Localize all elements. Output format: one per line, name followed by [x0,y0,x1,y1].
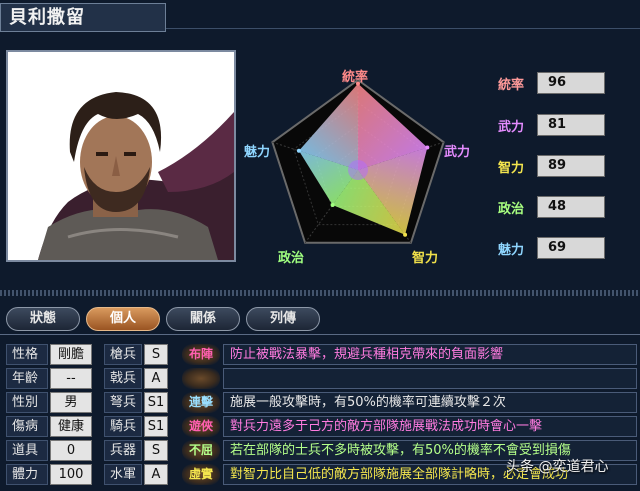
profile-value: 0 [50,440,92,461]
skill-description [223,368,637,389]
radar-value-point [403,232,408,237]
aptitude-label: 槍兵 [104,344,142,365]
officer-name-title: 貝利撒留 [0,3,166,32]
aptitude-value: S [144,440,168,461]
tab-relations[interactable]: 關係 [166,307,240,331]
stat-label: 武力 [498,120,525,135]
watermark-text: 头条 @奕道君心 [506,459,609,475]
stat-value: 69 [537,237,605,259]
aptitude-label: 兵器 [104,440,142,461]
aptitude-label: 弩兵 [104,392,142,413]
tab-biography[interactable]: 列傳 [246,307,320,331]
officer-portrait [6,50,236,262]
title-divider [166,28,640,29]
stat-row-tongshuai: 統率 96 [490,72,638,94]
radar-label-meili: 魅力 [244,145,271,160]
radar-value-point [296,148,301,153]
profile-label: 道具 [6,440,48,461]
stat-label: 政治 [498,202,525,217]
stat-row-zhengzhi: 政治 48 [490,196,638,218]
radar-label-zhili: 智力 [412,251,439,266]
radar-label-wuli: 武力 [444,145,471,160]
skill-description: 施展一般攻擊時，有50%的機率可連續攻擊２次 [223,392,637,413]
aptitude-value: A [144,464,168,485]
skill-name[interactable]: 布陣 [182,344,220,365]
profile-value: -- [50,368,92,389]
skill-name[interactable]: 虛實 [182,464,220,485]
aptitude-label: 戟兵 [104,368,142,389]
stat-value: 48 [537,196,605,218]
ability-stats-panel: 統率 96 武力 81 智力 89 政治 48 魅力 69 [490,58,638,270]
profile-label: 年齡 [6,368,48,389]
stat-value: 81 [537,114,605,136]
aptitude-label: 水軍 [104,464,142,485]
ability-radar-chart: 統率 武力 智力 政治 魅力 [238,50,478,266]
aptitude-value: S1 [144,392,168,413]
radar-value-point [330,202,335,207]
skill-name[interactable]: 不屈 [182,440,220,461]
radar-label-tongshuai: 統率 [342,70,369,85]
stat-row-meili: 魅力 69 [490,237,638,259]
profile-label: 性格 [6,344,48,365]
stat-label: 統率 [498,78,525,93]
radar-label-zhengzhi: 政治 [278,251,305,266]
profile-value: 健康 [50,416,92,437]
aptitude-label: 騎兵 [104,416,142,437]
stat-value: 96 [537,72,605,94]
radar-center [348,160,368,180]
skill-description: 對兵力遠多于己方的敵方部隊施展戰法成功時會心一擊 [223,416,637,437]
aptitude-value: A [144,368,168,389]
stat-row-zhili: 智力 89 [490,155,638,177]
stat-label: 智力 [498,161,525,176]
radar-value-point [425,145,430,150]
tab-personal[interactable]: 個人 [86,307,160,331]
skill-name-empty[interactable] [182,368,220,389]
stat-row-wuli: 武力 81 [490,114,638,136]
skill-description: 防止被戰法暴擊，規避兵種相克帶來的負面影響 [223,344,637,365]
skill-name[interactable]: 遊俠 [182,416,220,437]
tab-status[interactable]: 狀態 [6,307,80,331]
section-divider [0,290,640,296]
profile-value: 剛膽 [50,344,92,365]
profile-label: 傷病 [6,416,48,437]
aptitude-value: S1 [144,416,168,437]
aptitude-value: S [144,344,168,365]
skill-name[interactable]: 連擊 [182,392,220,413]
profile-value: 男 [50,392,92,413]
profile-label: 性別 [6,392,48,413]
tab-underline [0,334,640,335]
profile-value: 100 [50,464,92,485]
profile-label: 體力 [6,464,48,485]
stat-value: 89 [537,155,605,177]
stat-label: 魅力 [498,243,525,258]
